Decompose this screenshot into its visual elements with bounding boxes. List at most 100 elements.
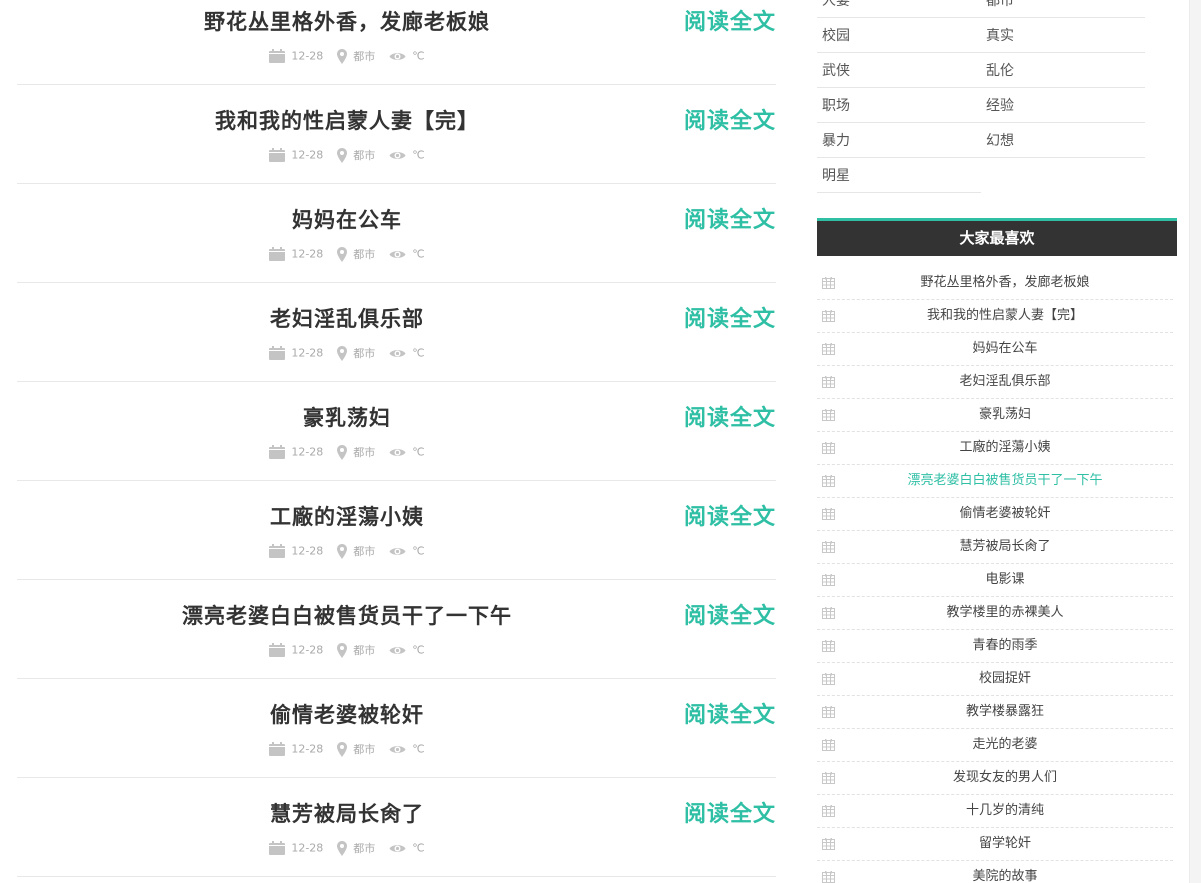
- read-more-link[interactable]: 阅读全文: [684, 4, 776, 36]
- meta-category[interactable]: 都市: [337, 741, 375, 757]
- article-meta: 12-28 都市 ℃: [17, 444, 677, 460]
- location-pin-icon: [337, 543, 348, 559]
- category-link[interactable]: 明星: [817, 159, 981, 193]
- article-title[interactable]: 老妇淫乱俱乐部: [17, 303, 677, 333]
- location-pin-icon: [337, 840, 348, 856]
- category-link[interactable]: 武侠: [817, 54, 981, 88]
- favorite-link[interactable]: 十几岁的清纯: [837, 795, 1173, 827]
- meta-category[interactable]: 都市: [337, 840, 375, 856]
- favorite-link[interactable]: 校园捉奸: [837, 663, 1173, 695]
- meta-views: ℃: [389, 742, 425, 756]
- category-link[interactable]: 校园: [817, 19, 981, 53]
- favorite-link[interactable]: 偷情老婆被轮奸: [837, 498, 1173, 530]
- favorite-link[interactable]: 教学楼暴露狂: [837, 696, 1173, 728]
- meta-date: 12-28: [269, 247, 323, 261]
- read-more-link[interactable]: 阅读全文: [684, 499, 776, 531]
- category-link[interactable]: 经验: [981, 89, 1145, 123]
- favorite-item: 发现女友的男人们: [817, 762, 1173, 795]
- article-title[interactable]: 偷情老婆被轮奸: [17, 699, 677, 729]
- favorite-link[interactable]: 发现女友的男人们: [837, 762, 1173, 794]
- article-title[interactable]: 我和我的性启蒙人妻【完】: [17, 105, 677, 135]
- meta-date-text: 12-28: [291, 445, 324, 459]
- meta-category[interactable]: 都市: [337, 642, 375, 658]
- favorite-link[interactable]: 妈妈在公车: [837, 333, 1173, 365]
- favorite-link[interactable]: 留学轮奸: [837, 828, 1173, 860]
- favorite-link[interactable]: 美院的故事: [837, 861, 1173, 883]
- favorite-link[interactable]: 野花丛里格外香，发廊老板娘: [837, 267, 1173, 299]
- meta-category-text[interactable]: 都市: [353, 347, 375, 360]
- scrollbar[interactable]: [1189, 0, 1201, 883]
- article-title[interactable]: 妈妈在公车: [17, 204, 677, 234]
- favorite-link[interactable]: 老妇淫乱俱乐部: [837, 366, 1173, 398]
- location-pin-icon: [337, 48, 348, 64]
- meta-views: ℃: [389, 247, 425, 261]
- category-link[interactable]: 人妻: [817, 0, 981, 18]
- article-item: 我和我的性启蒙人妻【完】 阅读全文 12-28 都市 ℃: [17, 85, 776, 184]
- location-pin-icon: [337, 246, 348, 262]
- meta-category-text[interactable]: 都市: [353, 149, 375, 162]
- category-link[interactable]: 真实: [981, 19, 1145, 53]
- read-more-link[interactable]: 阅读全文: [684, 697, 776, 729]
- article-item: 老妇淫乱俱乐部 阅读全文 12-28 都市 ℃: [17, 283, 776, 382]
- eye-icon: [389, 844, 406, 852]
- meta-views: ℃: [389, 445, 425, 459]
- favorite-link[interactable]: 慧芳被局长肏了: [837, 531, 1173, 563]
- meta-category-text[interactable]: 都市: [353, 446, 375, 459]
- meta-category-text[interactable]: 都市: [353, 248, 375, 261]
- grid-calendar-icon: [822, 574, 835, 586]
- favorite-link[interactable]: 我和我的性启蒙人妻【完】: [837, 300, 1173, 332]
- category-link[interactable]: 暴力: [817, 124, 981, 158]
- meta-category[interactable]: 都市: [337, 543, 375, 559]
- grid-calendar-icon: [822, 772, 835, 784]
- favorite-link[interactable]: 工廠的淫蕩小姨: [837, 432, 1173, 464]
- category-link[interactable]: 职场: [817, 89, 981, 123]
- favorite-link[interactable]: 漂亮老婆白白被售货员干了一下午: [837, 465, 1173, 497]
- calendar-icon: [269, 247, 286, 261]
- article-item: 慧芳被局长肏了 阅读全文 12-28 都市 ℃: [17, 778, 776, 877]
- meta-category-text[interactable]: 都市: [353, 545, 375, 558]
- read-more-link[interactable]: 阅读全文: [684, 202, 776, 234]
- meta-date-text: 12-28: [291, 148, 324, 162]
- category-link[interactable]: 乱伦: [981, 54, 1145, 88]
- category-link[interactable]: 幻想: [981, 124, 1145, 158]
- article-title[interactable]: 慧芳被局长肏了: [17, 798, 677, 828]
- eye-icon: [389, 52, 406, 60]
- grid-calendar-icon: [822, 376, 835, 388]
- article-title[interactable]: 漂亮老婆白白被售货员干了一下午: [17, 600, 677, 630]
- meta-category[interactable]: 都市: [337, 444, 375, 460]
- meta-category[interactable]: 都市: [337, 48, 375, 64]
- favorite-link[interactable]: 电影课: [837, 564, 1173, 596]
- article-title[interactable]: 野花丛里格外香，发廊老板娘: [17, 6, 677, 36]
- calendar-icon: [269, 643, 286, 657]
- meta-category-text[interactable]: 都市: [353, 842, 375, 855]
- grid-calendar-icon: [822, 673, 835, 685]
- meta-category-text[interactable]: 都市: [353, 50, 375, 63]
- read-more-link[interactable]: 阅读全文: [684, 598, 776, 630]
- read-more-link[interactable]: 阅读全文: [684, 301, 776, 333]
- grid-calendar-icon: [822, 838, 835, 850]
- favorite-link[interactable]: 走光的老婆: [837, 729, 1173, 761]
- category-link[interactable]: 都市: [981, 0, 1145, 18]
- favorite-link[interactable]: 青春的雨季: [837, 630, 1173, 662]
- favorite-link[interactable]: 教学楼里的赤裸美人: [837, 597, 1173, 629]
- eye-icon: [389, 646, 406, 654]
- location-pin-icon: [337, 444, 348, 460]
- read-more-link[interactable]: 阅读全文: [684, 400, 776, 432]
- meta-category[interactable]: 都市: [337, 147, 375, 163]
- grid-calendar-icon: [822, 310, 835, 322]
- meta-category[interactable]: 都市: [337, 246, 375, 262]
- article-title[interactable]: 豪乳荡妇: [17, 402, 677, 432]
- calendar-icon: [269, 544, 286, 558]
- meta-category-text[interactable]: 都市: [353, 644, 375, 657]
- read-more-link[interactable]: 阅读全文: [684, 796, 776, 828]
- article-title[interactable]: 工廠的淫蕩小姨: [17, 501, 677, 531]
- grid-calendar-icon: [822, 739, 835, 751]
- favorite-link[interactable]: 豪乳荡妇: [837, 399, 1173, 431]
- meta-views-text: ℃: [412, 445, 425, 459]
- favorite-item: 教学楼里的赤裸美人: [817, 597, 1173, 630]
- meta-category[interactable]: 都市: [337, 345, 375, 361]
- calendar-icon: [269, 445, 286, 459]
- grid-calendar-icon: [822, 607, 835, 619]
- read-more-link[interactable]: 阅读全文: [684, 103, 776, 135]
- meta-category-text[interactable]: 都市: [353, 743, 375, 756]
